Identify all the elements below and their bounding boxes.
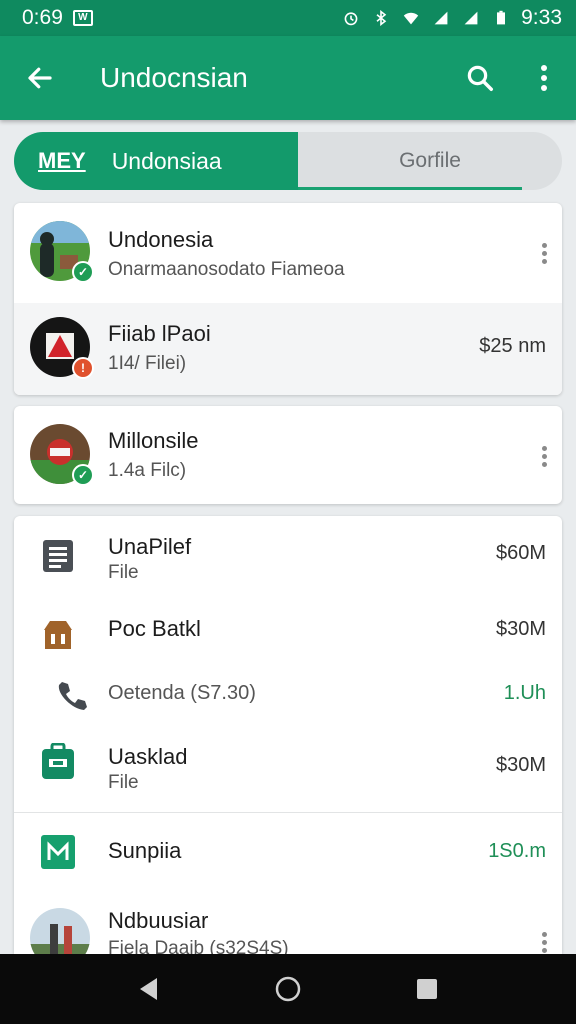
item-title: Oetenda (S7.30) — [108, 682, 256, 704]
list-item[interactable]: ! Fiiab lPaoi 1I4/ Filei) $25 nm — [14, 303, 562, 395]
item-title: Sunpiia — [108, 838, 182, 863]
list-item[interactable]: Oetenda (S7.30) 1.Uh — [14, 662, 562, 726]
avatar: ! — [30, 317, 94, 379]
item-title: Undonesia — [108, 227, 214, 252]
account-card-1: ✓ Undonesia Onarmaanosodato Fiameoa ! Fi… — [14, 203, 562, 395]
status-bar: 0:69 W 9:33 — [0, 0, 576, 36]
account-card-2: ✓ Millonsile 1.4a Filc) — [14, 406, 562, 504]
wifi-icon — [403, 12, 419, 25]
item-title: Millonsile — [108, 428, 199, 453]
item-title: Poc Batkl — [108, 616, 201, 641]
more-vert-icon[interactable] — [540, 243, 548, 264]
tab-undonsiaa[interactable]: MEY Undonsiaa — [14, 132, 298, 190]
tab-prefix: MEY — [38, 148, 86, 173]
more-vert-icon[interactable] — [540, 932, 548, 953]
notification-icon: W — [72, 10, 93, 26]
check-icon: ✓ — [72, 464, 94, 486]
more-vert-icon — [541, 65, 547, 91]
avatar-image — [30, 908, 90, 954]
signal-icon-2 — [464, 11, 478, 25]
item-title: Fiiab lPaoi — [108, 321, 211, 346]
item-value: $30M — [495, 754, 546, 776]
item-title: UnaPilef — [108, 534, 192, 559]
item-value: 1S0.m — [488, 840, 546, 862]
check-icon: ✓ — [72, 261, 94, 283]
page-title: Undocnsian — [100, 62, 248, 93]
item-subtitle: File — [108, 772, 139, 793]
arrow-back-icon — [28, 67, 52, 89]
system-nav-bar — [0, 954, 576, 1024]
list-item[interactable]: ✓ Undonesia Onarmaanosodato Fiameoa — [14, 203, 562, 303]
alarm-icon — [344, 12, 358, 26]
item-subtitle: 1I4/ Filei) — [108, 353, 187, 374]
item-subtitle: 1.4a Filc) — [108, 460, 187, 481]
tab-bar: MEY Undonsiaa Gorfile — [14, 132, 562, 190]
nav-back-icon[interactable] — [137, 976, 161, 1002]
item-subtitle: Fiela Daaib (s32S4S) — [108, 938, 289, 954]
list-item[interactable]: Uasklad File $30M — [14, 730, 562, 812]
document-icon — [40, 538, 76, 574]
avatar: ✓ — [30, 424, 94, 486]
mail-icon — [40, 834, 76, 870]
more-vert-icon[interactable] — [540, 446, 548, 467]
back-button[interactable] — [0, 36, 80, 120]
store-icon — [40, 616, 76, 652]
tab-underline — [298, 187, 522, 190]
tab-gorfile[interactable]: Gorfile — [298, 132, 562, 190]
list-item[interactable]: ✓ Millonsile 1.4a Filc) — [14, 406, 562, 504]
briefcase-icon — [40, 743, 76, 780]
item-subtitle: File — [108, 562, 139, 583]
battery-icon — [497, 10, 506, 25]
nav-home-icon[interactable] — [274, 975, 302, 1003]
item-value: $30M — [495, 618, 546, 640]
transactions-card: UnaPilef File $60M Poc Batkl $30M Oetend… — [14, 516, 562, 954]
item-value: 1.Uh — [503, 682, 546, 704]
item-value: $60M — [495, 542, 546, 564]
app-bar: Undocnsian — [0, 36, 576, 120]
avatar: ✓ — [30, 221, 94, 283]
more-options-button[interactable] — [512, 36, 576, 120]
signal-icon — [434, 11, 448, 25]
status-time-left: 0:69 — [22, 6, 63, 29]
tab-label: Undonsiaa — [111, 147, 222, 174]
alert-icon: ! — [72, 357, 94, 379]
phone-icon — [54, 676, 90, 712]
nav-recents-icon[interactable] — [415, 977, 439, 1001]
list-item[interactable]: Sunpiia 1S0.m — [14, 814, 562, 890]
bluetooth-icon — [376, 10, 387, 26]
avatar — [30, 908, 90, 954]
item-title: Uasklad — [108, 744, 188, 769]
item-title: Ndbuusiar — [108, 908, 209, 933]
search-button[interactable] — [448, 36, 512, 120]
divider — [14, 812, 562, 813]
list-item[interactable]: Poc Batkl $30M — [14, 598, 562, 662]
status-time-right: 9:33 — [521, 6, 562, 29]
item-subtitle: Onarmaanosodato Fiameoa — [108, 259, 345, 280]
search-icon — [467, 65, 493, 91]
list-item[interactable]: UnaPilef File $60M — [14, 516, 562, 596]
list-item[interactable]: Ndbuusiar Fiela Daaib (s32S4S) — [14, 892, 562, 954]
item-value: $25 nm — [479, 335, 546, 357]
tab-label-inactive: Gorfile — [399, 149, 461, 172]
